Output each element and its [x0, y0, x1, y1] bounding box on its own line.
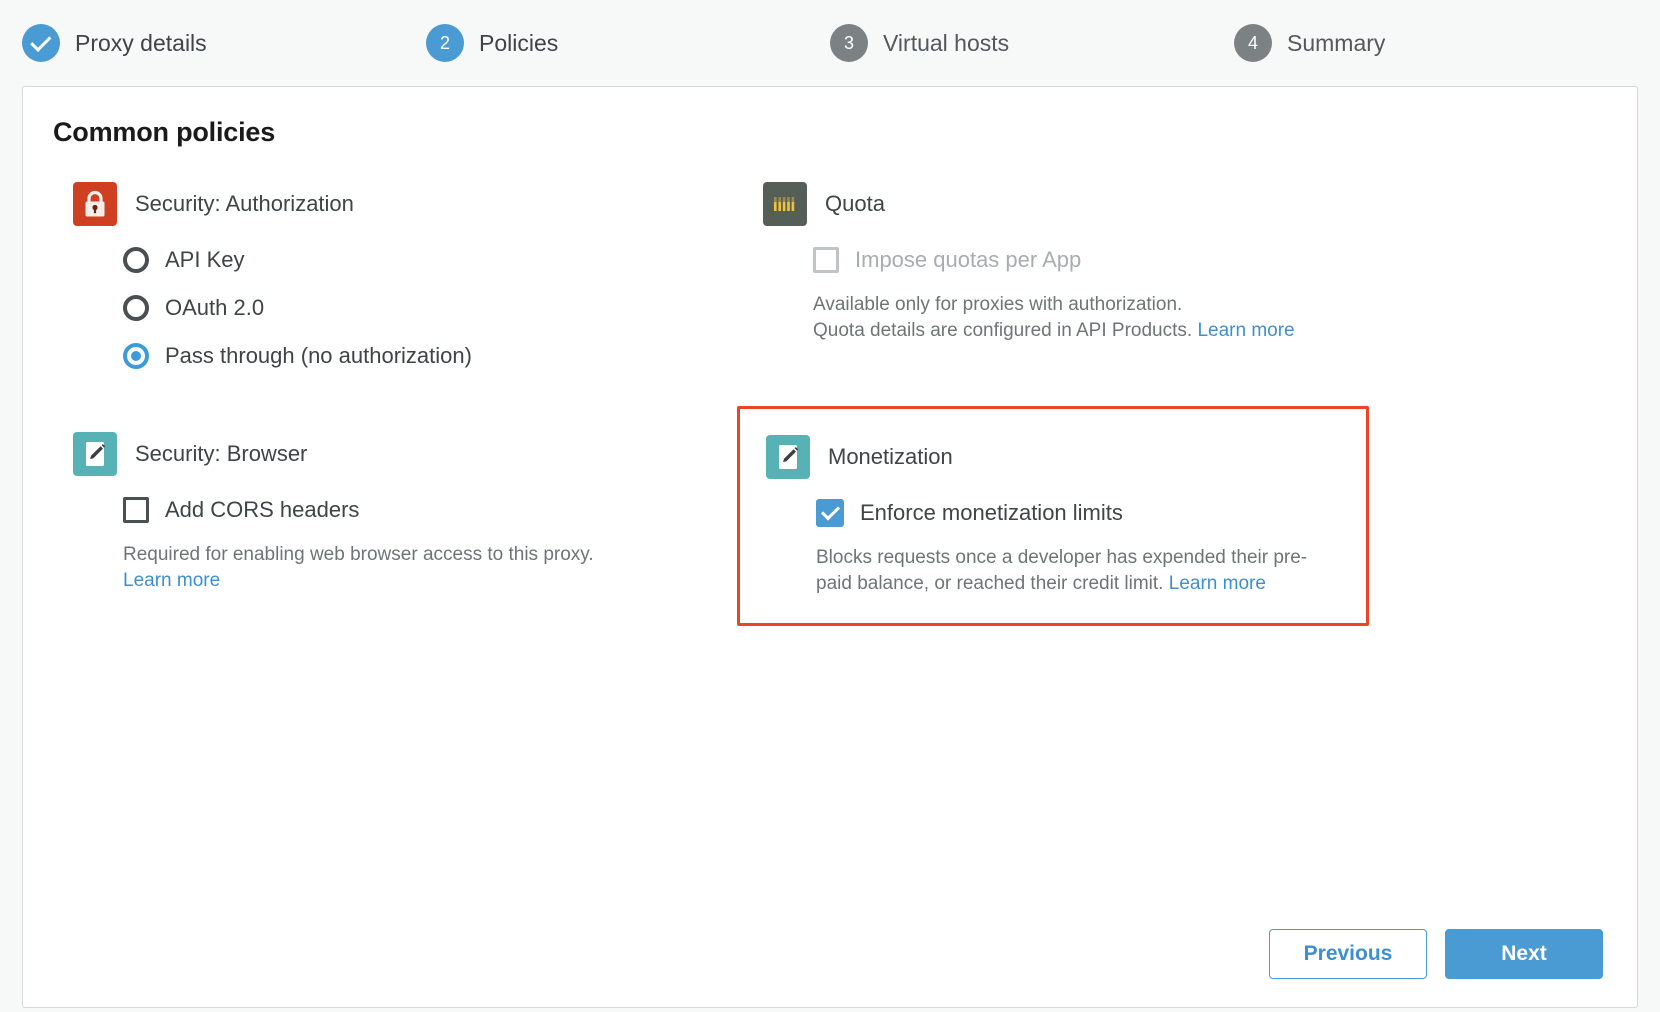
enforce-monetization-limits-checkbox[interactable]: [816, 499, 844, 527]
policy-header: Quota: [763, 182, 1627, 226]
checkbox-row-enforce-monetization-limits[interactable]: Enforce monetization limits: [816, 489, 1366, 537]
monetization-description: Blocks requests once a developer has exp…: [816, 537, 1336, 597]
radio-button[interactable]: [123, 295, 149, 321]
policy-title: Security: Browser: [135, 441, 307, 467]
step-badge-pending: 4: [1234, 24, 1272, 62]
browser-description-text: Required for enabling web browser access…: [123, 544, 594, 565]
policy-grid: Security: Authorization API Key OAuth 2.…: [23, 148, 1637, 626]
lock-icon: [73, 182, 117, 226]
checkbox-row-add-cors-headers[interactable]: Add CORS headers: [123, 486, 753, 534]
policy-header: Monetization: [766, 435, 1366, 479]
radio-label: Pass through (no authorization): [165, 343, 472, 369]
wizard-step-label: Summary: [1287, 30, 1385, 57]
wizard-step-label: Proxy details: [75, 30, 207, 57]
checkbox-label: Add CORS headers: [165, 497, 359, 523]
checkbox-row-impose-quotas[interactable]: Impose quotas per App: [813, 236, 1627, 284]
authorization-radio-group: API Key OAuth 2.0 Pass through (no autho…: [73, 226, 753, 380]
monetization-options: Enforce monetization limits Blocks reque…: [766, 479, 1366, 597]
wizard-step-proxy-details[interactable]: Proxy details: [22, 24, 426, 62]
wizard-step-virtual-hosts[interactable]: 3 Virtual hosts: [830, 24, 1234, 62]
quota-description-line1: Available only for proxies with authoriz…: [813, 294, 1182, 315]
policy-title: Monetization: [828, 444, 953, 470]
policy-security-authorization: Security: Authorization API Key OAuth 2.…: [73, 182, 763, 380]
policy-header: Security: Browser: [73, 432, 753, 476]
check-icon: [30, 30, 51, 51]
wizard-step-label: Policies: [479, 30, 558, 57]
radio-option-oauth[interactable]: OAuth 2.0: [123, 284, 753, 332]
policy-title: Security: Authorization: [135, 191, 354, 217]
quota-options: Impose quotas per App Available only for…: [763, 226, 1627, 344]
policy-title: Quota: [825, 191, 885, 217]
browser-learn-more-link[interactable]: Learn more: [123, 570, 220, 591]
page-title: Common policies: [23, 87, 1637, 148]
quota-learn-more-link[interactable]: Learn more: [1197, 320, 1294, 341]
previous-button[interactable]: Previous: [1269, 929, 1427, 979]
wizard-step-bar: Proxy details 2 Policies 3 Virtual hosts…: [0, 0, 1660, 86]
radio-button[interactable]: [123, 247, 149, 273]
checkbox-label: Impose quotas per App: [855, 247, 1081, 273]
browser-options: Add CORS headers Required for enabling w…: [73, 476, 753, 594]
add-cors-headers-checkbox[interactable]: [123, 497, 149, 523]
policy-quota: Quota Impose quotas per App Available on…: [763, 182, 1637, 380]
radio-button-selected[interactable]: [123, 343, 149, 369]
monetization-learn-more-link[interactable]: Learn more: [1169, 573, 1266, 594]
common-policies-card: Common policies Security: Authorization: [22, 86, 1638, 1008]
step-badge-pending: 3: [830, 24, 868, 62]
step-badge-current: 2: [426, 24, 464, 62]
wizard-navigation-footer: Previous Next: [1269, 929, 1603, 979]
checkbox-label: Enforce monetization limits: [860, 500, 1123, 526]
quota-description: Available only for proxies with authoriz…: [813, 284, 1333, 344]
pencil-icon: [73, 432, 117, 476]
radio-label: OAuth 2.0: [165, 295, 264, 321]
browser-description: Required for enabling web browser access…: [123, 534, 623, 594]
policy-header: Security: Authorization: [73, 182, 753, 226]
impose-quotas-checkbox[interactable]: [813, 247, 839, 273]
policy-security-browser: Security: Browser Add CORS headers Requi…: [73, 380, 763, 626]
bar-chart-icon: [763, 182, 807, 226]
policy-monetization: Monetization Enforce monetization limits…: [763, 380, 1637, 626]
monetization-highlight-box: Monetization Enforce monetization limits…: [737, 406, 1369, 626]
wizard-step-label: Virtual hosts: [883, 30, 1009, 57]
next-button[interactable]: Next: [1445, 929, 1603, 979]
wizard-step-summary[interactable]: 4 Summary: [1234, 24, 1638, 62]
radio-label: API Key: [165, 247, 244, 273]
step-badge-completed: [22, 24, 60, 62]
wizard-step-policies[interactable]: 2 Policies: [426, 24, 830, 62]
radio-option-pass-through[interactable]: Pass through (no authorization): [123, 332, 753, 380]
radio-option-api-key[interactable]: API Key: [123, 236, 753, 284]
pencil-icon: [766, 435, 810, 479]
quota-description-line2: Quota details are configured in API Prod…: [813, 320, 1192, 341]
